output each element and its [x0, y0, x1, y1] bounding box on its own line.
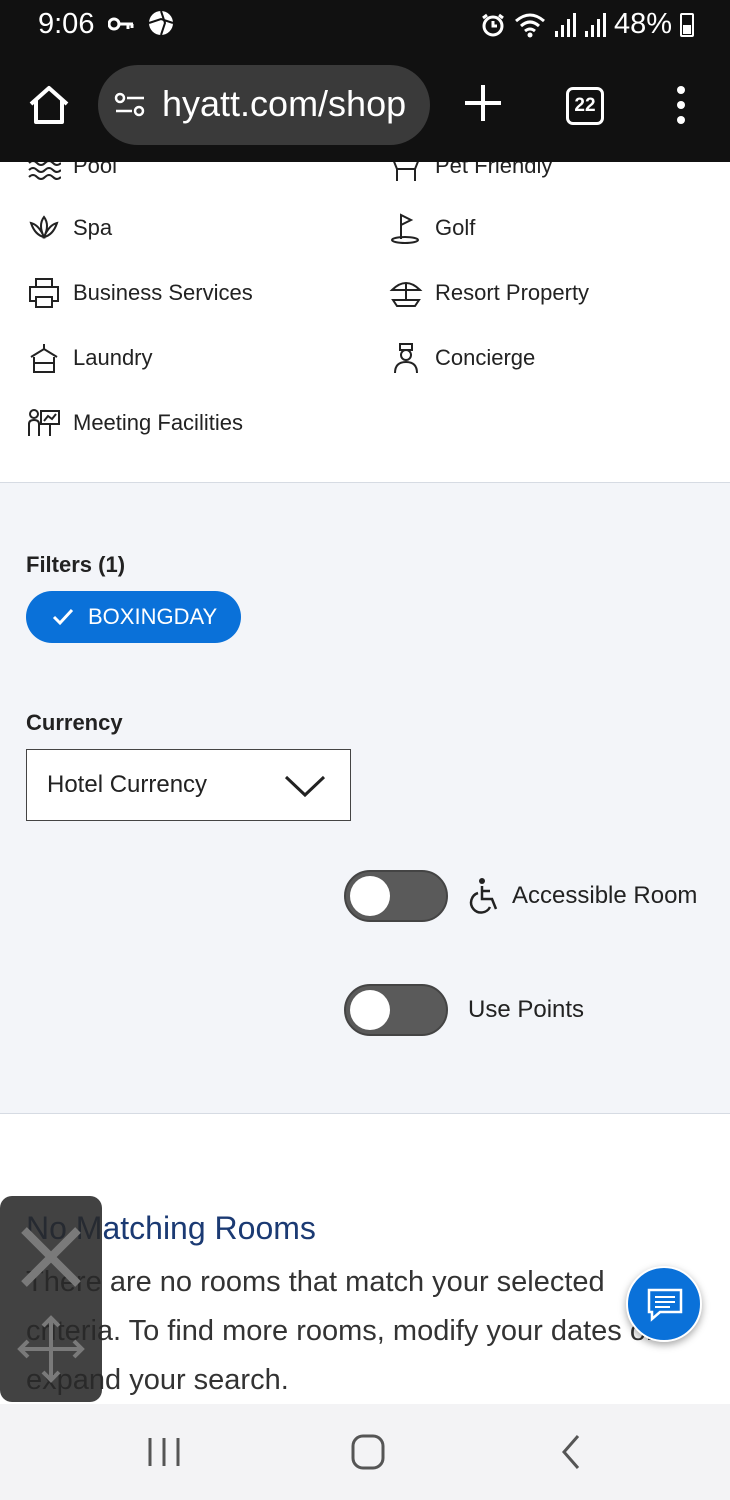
amenity-label: Concierge	[435, 345, 536, 370]
back-icon[interactable]	[550, 1432, 594, 1472]
home-icon[interactable]	[26, 82, 72, 128]
signal-icon	[584, 12, 606, 37]
results-section: No Matching Rooms There are no rooms tha…	[0, 1114, 730, 1404]
aperture-icon	[148, 10, 174, 36]
amenity-label: Pet Friendly	[435, 162, 553, 178]
spa-icon	[26, 210, 62, 246]
status-time: 9:06	[38, 8, 95, 40]
alarm-icon	[482, 13, 504, 36]
accessible-room-toggle[interactable]	[344, 870, 448, 922]
accessibility-icon	[469, 878, 498, 914]
signal-icon	[554, 12, 576, 37]
amenity-label: Business Services	[73, 280, 253, 305]
chevron-down-icon	[284, 775, 326, 798]
browser-toolbar: hyatt.com/shop 22	[0, 52, 730, 164]
currency-select[interactable]: Hotel Currency	[26, 749, 351, 821]
battery-icon	[680, 12, 694, 37]
amenity-label: Meeting Facilities	[73, 410, 243, 435]
business-services-icon	[26, 275, 62, 311]
amenity-label: Golf	[435, 215, 476, 240]
close-icon[interactable]	[16, 1222, 86, 1292]
check-icon	[52, 608, 74, 626]
amenity-item-pet-friendly[interactable]: Pet Friendly	[388, 162, 552, 184]
amenity-label: Resort Property	[435, 280, 590, 305]
amenity-label: Laundry	[73, 345, 153, 370]
amenity-item-business-services[interactable]: Business Services	[26, 275, 253, 311]
amenities-list: Pool Pet Friendly Spa Golf Business Serv…	[0, 162, 730, 483]
amenity-item-resort-property[interactable]: Resort Property	[388, 275, 589, 311]
tab-switcher-button[interactable]: 22	[566, 87, 604, 125]
chat-icon	[647, 1288, 683, 1322]
url-text: hyatt.com/shop	[162, 83, 407, 124]
status-bar: 9:06 48%	[0, 0, 730, 52]
amenity-item-meeting-facilities[interactable]: Meeting Facilities	[26, 405, 243, 441]
filter-chip-boxingday[interactable]: BOXINGDAY	[26, 591, 241, 643]
filter-chip-label: BOXINGDAY	[88, 604, 218, 629]
pet-friendly-icon	[388, 162, 424, 184]
no-matching-rooms-message: There are no rooms that match your selec…	[26, 1266, 656, 1396]
key-icon	[107, 10, 134, 41]
use-points-row: Use Points	[344, 984, 584, 1036]
status-right: 48%	[480, 8, 694, 41]
accessible-room-label: Accessible Room	[512, 882, 698, 909]
filter-panel: Filters (1) BOXINGDAY Currency Hotel Cur…	[0, 483, 730, 1114]
amenity-item-spa[interactable]: Spa	[26, 210, 112, 246]
battery-percent: 48%	[613, 8, 672, 40]
move-icon[interactable]	[16, 1314, 86, 1384]
new-tab-icon[interactable]	[462, 82, 504, 124]
wifi-icon	[514, 13, 545, 37]
use-points-toggle[interactable]	[344, 984, 448, 1036]
amenity-item-concierge[interactable]: Concierge	[388, 340, 535, 376]
use-points-label: Use Points	[468, 996, 585, 1023]
resort-icon	[388, 275, 424, 311]
address-bar[interactable]: hyatt.com/shop	[98, 65, 430, 145]
amenity-label: Pool	[73, 162, 118, 178]
more-options-icon[interactable]	[676, 86, 686, 124]
amenity-item-pool[interactable]: Pool	[26, 162, 117, 184]
amenity-item-laundry[interactable]: Laundry	[26, 340, 153, 376]
currency-label: Currency	[26, 710, 123, 735]
currency-value: Hotel Currency	[47, 771, 208, 798]
floating-control-overlay	[0, 1196, 102, 1402]
concierge-icon	[388, 340, 424, 376]
site-settings-icon[interactable]	[114, 91, 146, 119]
recent-apps-icon[interactable]	[142, 1432, 186, 1472]
laundry-icon	[26, 340, 62, 376]
pool-icon	[26, 162, 62, 184]
home-nav-icon[interactable]	[346, 1432, 390, 1472]
chat-button[interactable]	[626, 1266, 702, 1342]
meeting-facilities-icon	[26, 405, 62, 441]
golf-icon	[388, 210, 424, 246]
accessible-room-row: Accessible Room	[344, 870, 697, 922]
filters-heading: Filters (1)	[26, 552, 126, 577]
amenity-item-golf[interactable]: Golf	[388, 210, 475, 246]
amenity-label: Spa	[73, 215, 113, 240]
system-nav-bar	[0, 1404, 730, 1500]
